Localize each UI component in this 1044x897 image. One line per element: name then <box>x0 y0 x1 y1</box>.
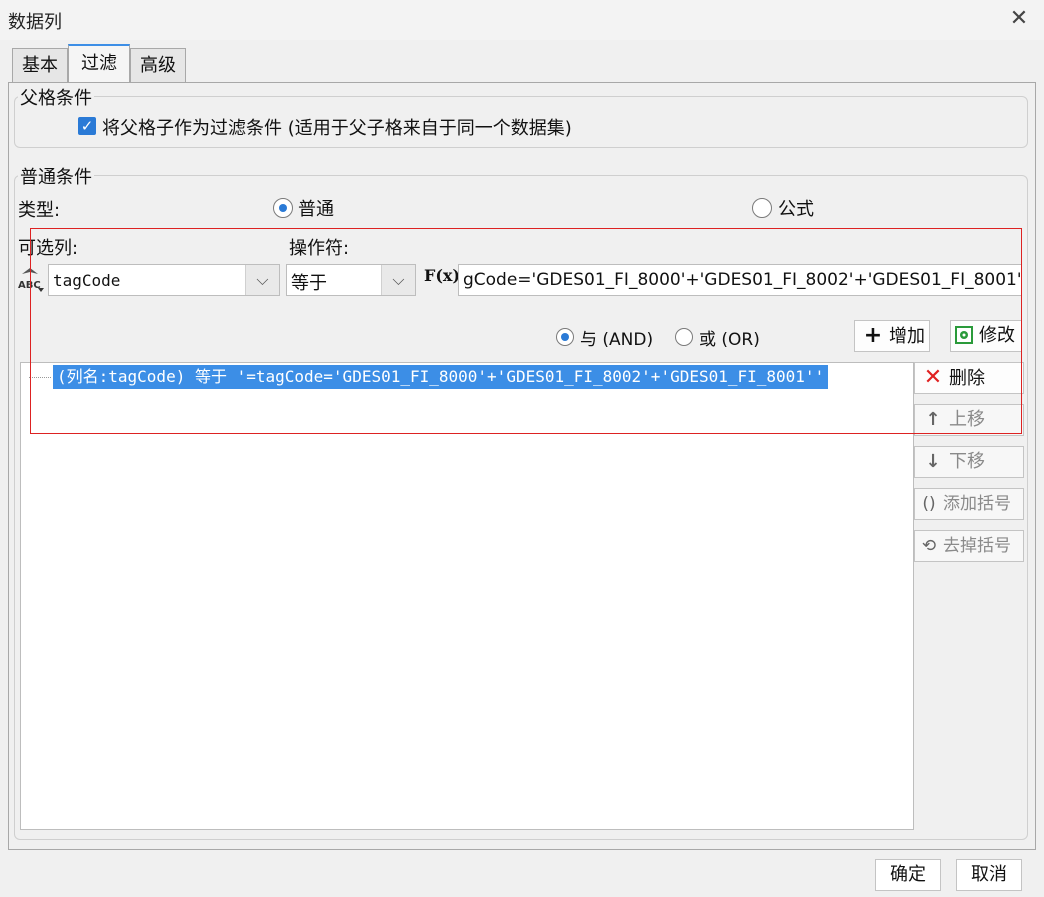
title-bar <box>0 0 1044 40</box>
column-select[interactable]: tagCode ⌵ <box>48 264 280 296</box>
parent-filter-checkbox[interactable]: ✓ <box>78 117 96 135</box>
modify-button[interactable]: 修改 <box>950 320 1022 352</box>
chevron-down-icon: ⌵ <box>381 265 415 295</box>
value-input[interactable]: gCode='GDES01_FI_8000'+'GDES01_FI_8002'+… <box>458 264 1022 296</box>
move-down-button[interactable]: ↓ 下移 <box>914 446 1024 478</box>
plus-icon: + <box>863 323 883 348</box>
window-title: 数据列 <box>8 12 62 33</box>
gear-icon <box>953 321 977 351</box>
cancel-button[interactable]: 取消 <box>956 859 1022 891</box>
tab-filter[interactable]: 过滤 <box>68 44 130 84</box>
operator-select[interactable]: 等于 ⌵ <box>286 264 416 296</box>
tab-advanced[interactable]: 高级 <box>130 48 186 82</box>
svg-text:ABC: ABC <box>18 280 41 291</box>
type-normal-radio[interactable] <box>273 198 293 218</box>
close-icon[interactable]: ✕ <box>1006 6 1032 32</box>
arrow-up-icon: ↑ <box>925 409 941 430</box>
type-formula-label: 公式 <box>778 199 814 220</box>
chevron-down-icon: ⌵ <box>245 265 279 295</box>
list-item[interactable]: (列名:tagCode) 等于 '=tagCode='GDES01_FI_800… <box>53 365 829 389</box>
bracket-icon: () <box>922 494 936 514</box>
operator-label: 操作符: <box>289 238 350 259</box>
delete-button[interactable]: ✕ 删除 <box>914 362 1024 394</box>
type-label: 类型: <box>18 200 61 221</box>
formula-icon[interactable]: F(x) <box>424 266 460 285</box>
normal-condition-legend: 普通条件 <box>18 163 94 189</box>
logic-and-label: 与 (AND) <box>580 330 654 350</box>
remove-bracket-button[interactable]: ⟲ 去掉括号 <box>914 530 1024 562</box>
column-select-value: tagCode <box>53 271 121 290</box>
logic-and-radio[interactable] <box>556 328 574 346</box>
add-button[interactable]: + 增加 <box>854 320 930 352</box>
type-normal-label: 普通 <box>298 199 334 220</box>
arrow-down-icon: ↓ <box>925 451 941 472</box>
parent-filter-label: 将父格子作为过滤条件 (适用于父子格来自于同一个数据集) <box>102 118 572 139</box>
value-input-text: gCode='GDES01_FI_8000'+'GDES01_FI_8002'+… <box>463 270 1022 290</box>
move-up-button[interactable]: ↑ 上移 <box>914 404 1024 436</box>
parent-condition-legend: 父格条件 <box>18 84 94 110</box>
column-type-icon[interactable]: ABC <box>16 264 46 294</box>
ok-button[interactable]: 确定 <box>875 859 941 891</box>
add-bracket-button[interactable]: () 添加括号 <box>914 488 1024 520</box>
tree-line <box>29 377 51 378</box>
close-icon: ✕ <box>923 365 943 390</box>
logic-or-radio[interactable] <box>675 328 693 346</box>
remove-bracket-icon: ⟲ <box>921 536 937 556</box>
logic-or-label: 或 (OR) <box>699 330 760 350</box>
column-label: 可选列: <box>18 238 79 259</box>
tab-basic[interactable]: 基本 <box>12 48 68 82</box>
conditions-list[interactable]: (列名:tagCode) 等于 '=tagCode='GDES01_FI_800… <box>20 362 914 830</box>
operator-select-value: 等于 <box>291 273 327 294</box>
type-formula-radio[interactable] <box>752 198 772 218</box>
